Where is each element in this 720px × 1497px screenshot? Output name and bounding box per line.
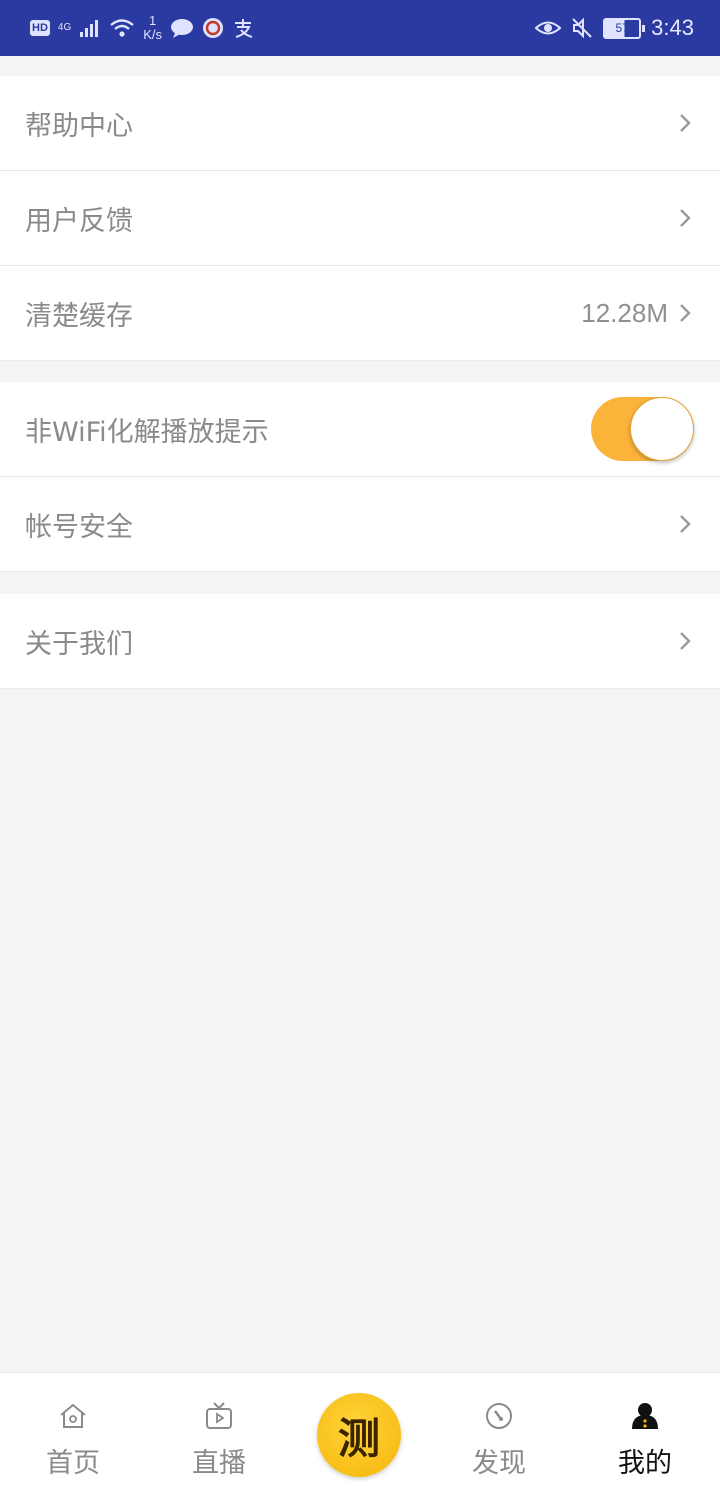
tv-icon bbox=[206, 1402, 232, 1429]
alipay-icon bbox=[235, 19, 253, 38]
tab-home-label: 首页 bbox=[46, 1448, 100, 1479]
profile-icon bbox=[632, 1403, 658, 1429]
status-bar: HD 4G 1 K/s 57 3:43 bbox=[0, 0, 720, 56]
clock: 3:43 bbox=[651, 15, 694, 40]
about-us-item[interactable]: 关于我们 bbox=[0, 594, 720, 689]
help-center-label: 帮助中心 bbox=[25, 110, 133, 142]
wifi-icon bbox=[110, 19, 134, 37]
tab-profile-label: 我的 bbox=[618, 1448, 672, 1479]
battery-indicator: 57 bbox=[603, 17, 646, 39]
settings-group-3: 关于我们 bbox=[0, 594, 720, 689]
tab-home[interactable]: 首页 bbox=[18, 1373, 128, 1497]
hd-badge: HD bbox=[30, 20, 50, 36]
chevron-right-icon bbox=[680, 114, 691, 132]
bottom-nav: 首页 直播 测 发现 我的 bbox=[0, 1372, 720, 1497]
tab-discover-label: 发现 bbox=[472, 1448, 526, 1479]
tab-live-label: 直播 bbox=[192, 1448, 246, 1479]
chevron-right-icon bbox=[680, 515, 691, 533]
mute-icon bbox=[572, 17, 592, 39]
tab-profile[interactable]: 我的 bbox=[590, 1373, 700, 1497]
non-wifi-toggle[interactable] bbox=[591, 397, 694, 461]
chevron-right-icon bbox=[680, 304, 691, 322]
unionpay-icon bbox=[203, 18, 224, 38]
non-wifi-play-prompt-item: 非WiFi化解播放提示 bbox=[0, 382, 720, 477]
tab-discover[interactable]: 发现 bbox=[444, 1373, 554, 1497]
account-security-item[interactable]: 帐号安全 bbox=[0, 477, 720, 572]
clear-cache-item[interactable]: 清楚缓存 12.28M bbox=[0, 266, 720, 361]
signal-icon bbox=[80, 20, 99, 37]
help-center-item[interactable]: 帮助中心 bbox=[0, 76, 720, 171]
network-type: 4G bbox=[57, 22, 72, 33]
center-logo-icon: 测 bbox=[337, 1413, 380, 1463]
chevron-right-icon bbox=[680, 632, 691, 650]
account-security-label: 帐号安全 bbox=[25, 511, 133, 543]
tab-live[interactable]: 直播 bbox=[164, 1373, 274, 1497]
non-wifi-play-prompt-label: 非WiFi化解播放提示 bbox=[25, 416, 269, 448]
home-icon bbox=[60, 1403, 86, 1428]
compass-icon bbox=[486, 1403, 512, 1429]
settings-group-2: 非WiFi化解播放提示 帐号安全 bbox=[0, 382, 720, 572]
eye-icon bbox=[535, 21, 562, 35]
chevron-right-icon bbox=[680, 209, 691, 227]
cache-size-value: 12.28M bbox=[581, 298, 668, 328]
network-speed: 1 K/s bbox=[143, 13, 163, 42]
user-feedback-label: 用户反馈 bbox=[25, 205, 133, 237]
about-us-label: 关于我们 bbox=[25, 628, 133, 660]
center-action-button[interactable]: 测 bbox=[317, 1393, 401, 1477]
user-feedback-item[interactable]: 用户反馈 bbox=[0, 171, 720, 266]
toggle-knob bbox=[630, 397, 694, 461]
clear-cache-label: 清楚缓存 bbox=[25, 300, 133, 332]
chat-icon bbox=[171, 19, 194, 38]
settings-group-1: 帮助中心 用户反馈 清楚缓存 12.28M bbox=[0, 76, 720, 361]
